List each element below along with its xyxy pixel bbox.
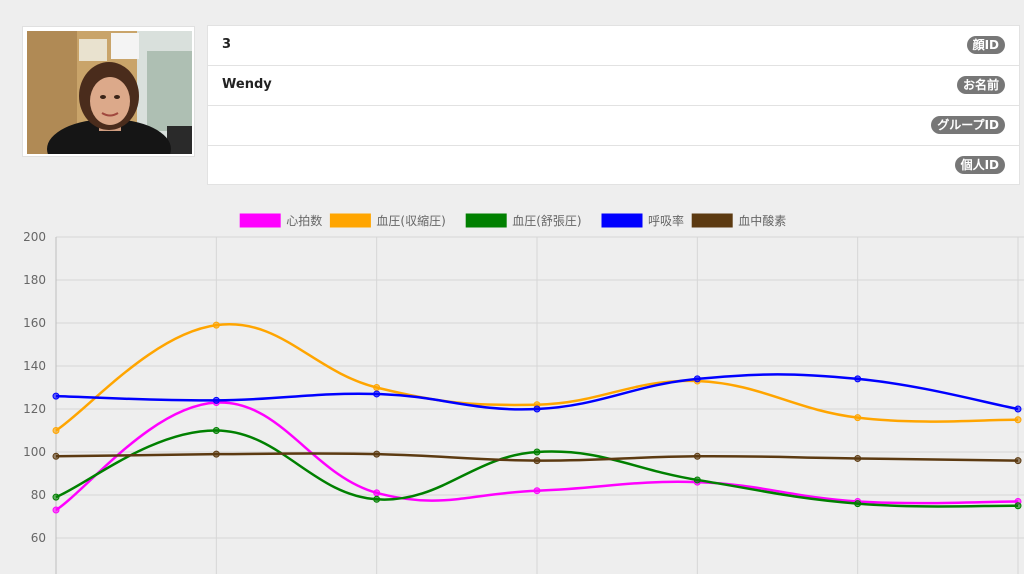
y-tick-label: 140 — [23, 359, 46, 373]
face-id-value: 3 — [222, 37, 232, 52]
data-point — [52, 493, 60, 501]
y-tick-label: 60 — [31, 531, 46, 545]
data-point — [1014, 416, 1022, 424]
legend-swatch — [691, 213, 733, 228]
profile-photo-card — [22, 26, 195, 157]
legend-label: 心拍数 — [286, 213, 322, 228]
data-point — [854, 414, 862, 422]
profile-info-card: 3 顔ID Wendy お名前 グループID 個人ID — [207, 25, 1020, 185]
data-point — [533, 448, 541, 456]
legend-swatch — [465, 213, 507, 228]
data-point — [212, 450, 220, 458]
legend-label: 呼吸率 — [648, 213, 684, 228]
legend-swatch — [239, 213, 281, 228]
data-point — [52, 506, 60, 514]
data-point — [52, 427, 60, 434]
data-point — [533, 487, 541, 495]
data-point — [1014, 502, 1022, 510]
data-point — [854, 500, 862, 508]
data-point — [693, 476, 701, 484]
data-point — [693, 452, 701, 460]
group-id-badge: グループID — [931, 116, 1005, 134]
data-point — [854, 375, 862, 383]
data-point — [52, 452, 60, 460]
data-point — [854, 454, 862, 462]
data-point — [693, 375, 701, 383]
data-point — [373, 495, 381, 503]
personal-id-badge: 個人ID — [954, 156, 1005, 174]
data-point — [373, 489, 381, 497]
data-point — [52, 392, 60, 400]
legend-label: 血中酸素 — [738, 213, 786, 228]
data-point — [533, 457, 541, 465]
data-point — [1014, 405, 1022, 413]
data-point — [373, 384, 381, 391]
personal-id-row: 個人ID — [208, 146, 1019, 186]
y-tick-label: 200 — [23, 230, 46, 244]
vitals-line-chart: 60 80 100 120 140 160 180 200 心拍数 血圧(収縮圧) 血圧(舒張圧) 呼… — [23, 213, 1024, 574]
face-id-row: 3 顔ID — [208, 26, 1019, 66]
legend-swatch — [329, 213, 371, 228]
data-point — [373, 450, 381, 458]
legend-swatch — [601, 213, 643, 228]
data-point — [212, 321, 220, 329]
data-point — [212, 396, 220, 404]
y-tick-label: 160 — [23, 316, 46, 330]
face-id-badge: 顔ID — [966, 36, 1005, 54]
y-tick-label: 100 — [23, 445, 46, 459]
y-tick-label: 120 — [23, 402, 46, 416]
data-point — [1014, 457, 1022, 465]
name-value: Wendy — [222, 77, 272, 92]
group-id-row: グループID — [208, 106, 1019, 146]
profile-photo — [27, 31, 192, 154]
legend-label: 血圧(収縮圧) — [376, 213, 445, 228]
data-point — [373, 390, 381, 398]
y-tick-label: 80 — [31, 488, 46, 502]
y-tick-label: 180 — [23, 273, 46, 287]
name-badge: お名前 — [956, 76, 1005, 94]
data-point — [533, 405, 541, 413]
data-point — [212, 427, 220, 434]
name-row: Wendy お名前 — [208, 66, 1019, 106]
legend-label: 血圧(舒張圧) — [512, 214, 581, 228]
